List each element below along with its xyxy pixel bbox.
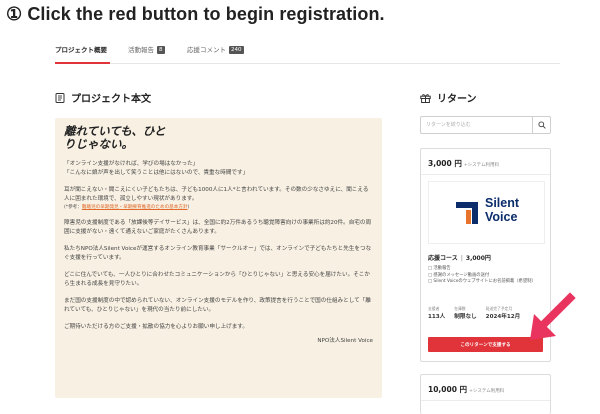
gift-icon: [420, 93, 431, 103]
fee-note: +システム利用料: [463, 163, 499, 168]
stat-stock: 在庫数 制限なし: [454, 306, 476, 320]
story-heading: 離れていても、ひとりじゃない。: [64, 124, 166, 151]
search-button[interactable]: [532, 117, 550, 133]
fee-note: +システム利用料: [469, 389, 505, 394]
document-icon: [55, 92, 65, 103]
project-story-panel: 離れていても、ひとりじゃない。 「オンライン支援がなければ、学びの場はなかった」…: [55, 118, 382, 398]
price-value: 10,000 円: [428, 385, 468, 394]
stat-delivery: 発送完了予定月 2024年12月: [486, 306, 521, 320]
return-stats: 支援者 113人 在庫数 制限なし 発送完了予定月 2024年12月: [428, 306, 520, 320]
feature-item: □ Silent Voiceのウェブサイトにお名前掲載（希望制）: [428, 279, 536, 285]
signature: NPO法人Silent Voice: [317, 338, 373, 344]
story-paragraph: 私たちNPO法人Silent Voiceが運営するオンライン教育事業「サークルオ…: [64, 246, 372, 261]
logo-line: Silent: [485, 196, 520, 210]
tab-label: プロジェクト概要: [55, 46, 107, 54]
story-section-title: プロジェクト本文: [55, 90, 151, 105]
tab-support-comments[interactable]: 応援コメント 240: [187, 44, 244, 54]
separator: |: [460, 255, 463, 262]
tab-project-overview[interactable]: プロジェクト概要: [55, 44, 107, 54]
note-text: ): [187, 205, 190, 210]
return-image: Silent Voice: [428, 181, 545, 244]
divider: [421, 174, 550, 175]
silent-voice-logo-text: Silent Voice: [485, 196, 519, 224]
active-tab-indicator: [55, 62, 110, 64]
feature-item: □ 活動報告: [428, 266, 451, 271]
price-value: 3,000 円: [428, 159, 462, 168]
course-price: 3,000円: [465, 255, 491, 262]
story-paragraph: どこに住んでいても、一人ひとりに合わせたコミュニケーションから「ひとりじゃない」…: [64, 272, 370, 287]
search-icon: [537, 121, 546, 129]
quote-line: 「こんなに娘が声を出して笑うことは他にはないので、貴重な時間です」: [64, 170, 249, 176]
stat-supporters: 支援者 113人: [428, 306, 445, 320]
story-paragraph: ご期待いただける方のご支援・拡散の協力を心よりお願い申し上げます。: [64, 324, 248, 330]
course-name: 応援コース: [428, 255, 458, 262]
count-badge: 240: [229, 46, 244, 54]
returns-section-title: リターン: [420, 90, 477, 105]
section-title-text: リターン: [437, 94, 477, 105]
stat-value: 113人: [428, 314, 446, 320]
logo-line: Voice: [485, 210, 518, 224]
stat-value: 制限なし: [454, 314, 477, 320]
tab-activity-report[interactable]: 活動報告 8: [128, 44, 165, 54]
section-title-text: プロジェクト本文: [71, 94, 151, 105]
reference-link[interactable]: 難聴児の早期発見・早期療育推進のための基本方針: [82, 205, 188, 210]
story-paragraph: 障害児の支援制度である「放課後等デイサービス」は、全国に約2万件あるうち聴覚障害…: [64, 220, 372, 235]
course-title: 応援コース | 3,000円: [428, 253, 491, 262]
reference-note: (*参考：難聴児の早期発見・早期療育推進のための基本方針): [64, 204, 373, 211]
tab-label: 応援コメント: [187, 46, 226, 54]
quote-line: 「オンライン支援がなければ、学びの場はなかった」: [64, 161, 199, 167]
story-paragraph: まだ国の支援制度の中で認められていない、オンライン支援のモデルを作り、政策提言を…: [64, 298, 371, 313]
instruction-text: ① Click the red button to begin registra…: [6, 4, 385, 24]
note-text: (*参考：: [64, 205, 82, 210]
return-price: 10,000 円 +システム利用料: [428, 384, 504, 395]
pointer-arrow-icon: [530, 292, 576, 340]
return-card: 10,000 円 +システム利用料: [420, 374, 551, 414]
return-search: [420, 116, 551, 134]
silent-voice-logo-icon: [456, 202, 478, 224]
return-price: 3,000 円 +システム利用料: [428, 158, 499, 169]
story-quotes: 「オンライン支援がなければ、学びの場はなかった」 「こんなに娘が声を出して笑うこ…: [64, 160, 373, 178]
tab-label: 活動報告: [128, 46, 154, 54]
project-tabs: プロジェクト概要 活動報告 8 応援コメント 240: [55, 40, 560, 64]
count-badge: 8: [157, 46, 165, 54]
return-features: □ 活動報告 □ 感謝のメッセージ動画の送付 □ Silent Voiceのウェ…: [428, 266, 546, 286]
return-search-input[interactable]: [421, 117, 533, 133]
divider: [421, 400, 550, 401]
story-paragraph: 耳が聞こえない・聞こえにくい子どもたちは、子ども1000人に1人*と言われていま…: [64, 187, 369, 202]
stat-value: 2024年12月: [485, 314, 521, 320]
